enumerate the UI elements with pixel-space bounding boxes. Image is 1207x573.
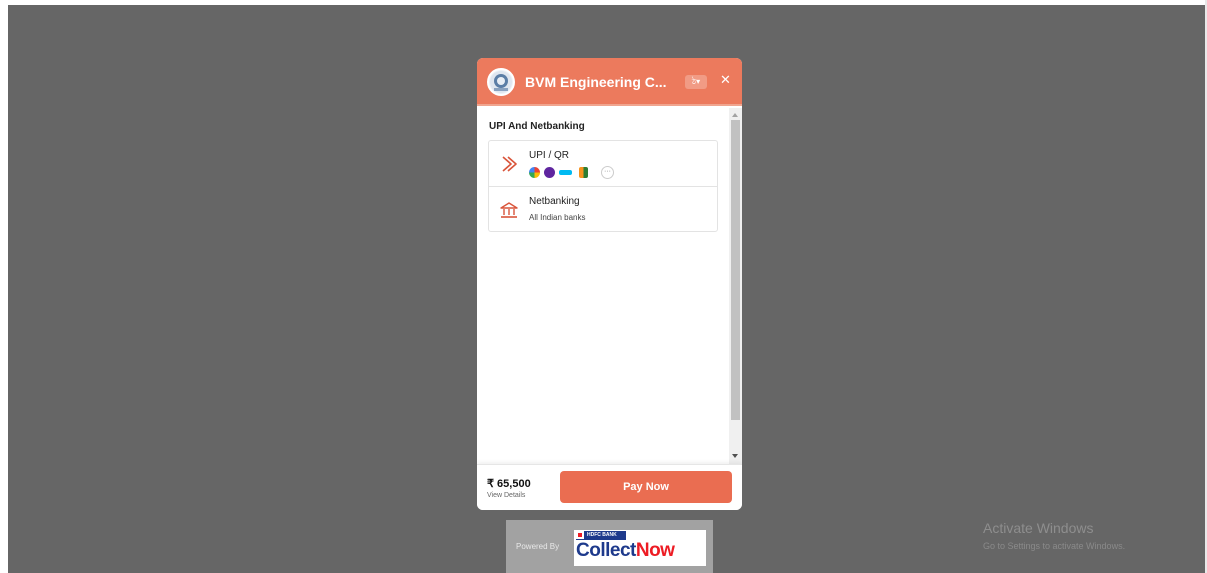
- payment-method-list: UPI / QR ··· Netbanking All Indian banks: [488, 140, 718, 232]
- payment-method-netbanking[interactable]: Netbanking All Indian banks: [489, 187, 717, 231]
- collect-now-wordmark: CollectNow: [576, 540, 675, 562]
- pay-now-button[interactable]: Pay Now: [560, 471, 732, 503]
- scroll-up-icon[interactable]: [732, 113, 738, 117]
- powered-by-banner: Powered By HDFC BANK CollectNow: [506, 520, 713, 573]
- total-amount: ₹ 65,500: [487, 478, 531, 490]
- section-title: UPI And Netbanking: [489, 121, 585, 132]
- bhim-icon: [579, 167, 588, 178]
- more-apps-icon: ···: [601, 166, 614, 179]
- phonepe-icon: [544, 167, 555, 178]
- hdfc-collectnow-logo: HDFC BANK CollectNow: [574, 530, 706, 566]
- google-pay-icon: [529, 167, 540, 178]
- modal-footer: ₹ 65,500 View Details Pay Now: [477, 464, 742, 510]
- scroll-down-icon[interactable]: [732, 454, 738, 458]
- activate-windows-title: Activate Windows: [983, 520, 1094, 536]
- now-text: Now: [635, 540, 675, 561]
- language-selector[interactable]: ঠ▾: [685, 75, 707, 89]
- merchant-name: BVM Engineering C...: [525, 74, 667, 90]
- collect-text: Collect: [576, 540, 636, 561]
- bank-icon: [500, 202, 518, 218]
- hdfc-logo-icon: [576, 531, 584, 539]
- payment-method-subtitle: All Indian banks: [529, 213, 586, 222]
- merchant-logo: [487, 68, 515, 96]
- view-details-link[interactable]: View Details: [487, 492, 525, 499]
- modal-body: UPI And Netbanking UPI / QR ··· Netbanki…: [477, 108, 729, 464]
- close-icon[interactable]: ✕: [720, 72, 731, 88]
- scrollbar[interactable]: [729, 108, 742, 464]
- scrollbar-thumb[interactable]: [731, 120, 740, 420]
- modal-header: BVM Engineering C... ঠ▾ ✕: [477, 58, 742, 106]
- payment-method-title: Netbanking: [529, 196, 580, 207]
- payment-method-upi[interactable]: UPI / QR ···: [489, 141, 717, 187]
- payment-modal: BVM Engineering C... ঠ▾ ✕ UPI And Netban…: [477, 58, 742, 510]
- powered-by-label: Powered By: [516, 542, 560, 551]
- payment-method-title: UPI / QR: [529, 150, 570, 161]
- paytm-icon: [559, 170, 572, 175]
- activate-windows-subtitle: Go to Settings to activate Windows.: [983, 541, 1126, 551]
- upi-arrow-icon: [502, 156, 517, 172]
